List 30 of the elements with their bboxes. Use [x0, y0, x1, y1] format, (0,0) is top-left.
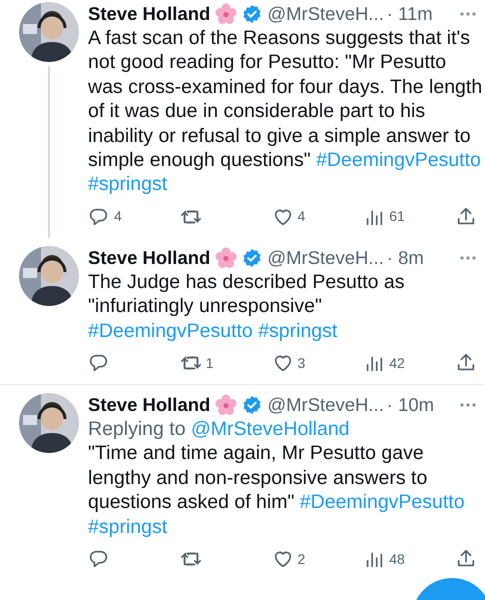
more-icon[interactable] [459, 11, 477, 17]
views-button[interactable]: 42 [363, 352, 422, 374]
verified-badge-icon [242, 4, 262, 24]
retweet-button[interactable]: 1 [180, 352, 238, 374]
author-handle: @MrSteveH... [267, 246, 384, 270]
verified-badge-icon [242, 248, 262, 268]
author-handle: @MrSteveH... [267, 393, 384, 418]
views-button[interactable]: 48 [363, 548, 422, 570]
flower-icon [215, 246, 238, 269]
tweet-time: · 8m [386, 246, 424, 270]
tweet-text: A fast scan of the Reasons suggests that it's not good reading for Pesutto: "Mr Pesutto was cross-examined for four days. The length of it was due in considerable part to his inability or refusal to give a simple answer to simple enough questions" #DeemingvPesutto #springst [88, 26, 483, 197]
replying-to-label: Replying to [88, 418, 186, 440]
more-icon[interactable] [459, 402, 477, 408]
like-button[interactable]: 4 [272, 206, 330, 228]
like-button[interactable]: 2 [272, 548, 330, 570]
tweet-text: The Judge has described Pesutto as "infuriatingly unresponsive" #DeemingvPesutto #springst [88, 270, 406, 344]
author-name: Steve Holland [88, 393, 210, 418]
flower-icon [215, 3, 238, 25]
author-name: Steve Holland [88, 2, 210, 26]
views-button[interactable]: 61 [363, 206, 422, 228]
tweet-time: · 11m [386, 2, 433, 26]
author-handle: @MrSteveH... [267, 2, 384, 26]
more-icon[interactable] [459, 254, 477, 261]
reply-button[interactable]: 4 [88, 206, 146, 228]
tweet-text: "Time and time again, Mr Pesutto gave lengthy and non-responsive answers to questions asked of him" #DeemingvPesutto #springst [88, 441, 466, 540]
like-button[interactable]: 3 [272, 352, 330, 374]
tweet-time: · 10m [386, 393, 434, 418]
flower-icon [215, 394, 238, 416]
author-name: Steve Holland [88, 246, 210, 270]
verified-badge-icon [242, 395, 262, 416]
